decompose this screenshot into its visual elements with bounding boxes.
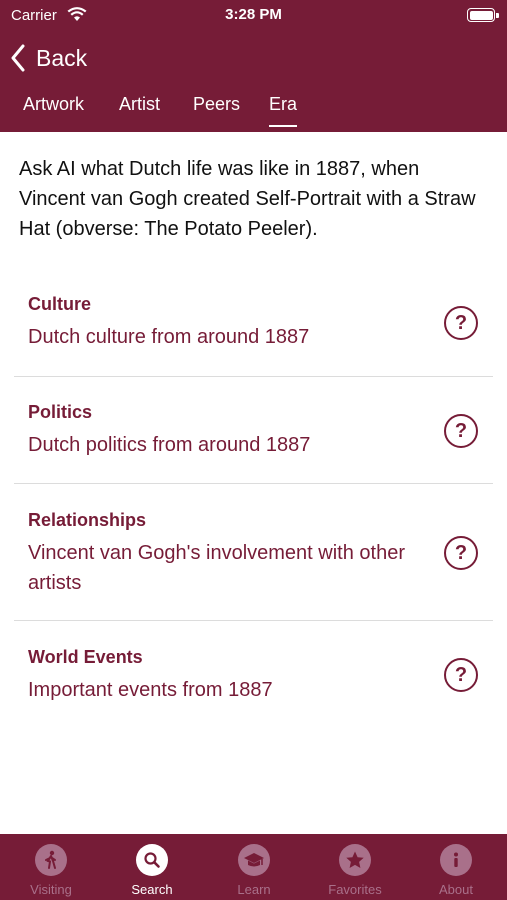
tab-bar-visiting[interactable]: Visiting [0, 834, 102, 900]
topic-description: Vincent van Gogh's involvement with othe… [28, 542, 405, 594]
walking-person-icon [35, 844, 67, 876]
topic-description: Dutch culture from around 1887 [28, 326, 310, 348]
topic-world-events[interactable]: World Events Important events from 1887 … [14, 621, 493, 727]
help-icon[interactable]: ? [444, 414, 478, 448]
tab-artist[interactable]: Artist [119, 94, 160, 125]
topic-title: Politics [28, 402, 93, 422]
star-icon [339, 844, 371, 876]
topic-title: Culture [28, 294, 91, 314]
tab-bar-label: Favorites [328, 882, 382, 897]
topic-title: Relationships [28, 510, 147, 530]
status-time: 3:28 PM [225, 6, 282, 23]
tab-bar-label: Search [131, 882, 173, 897]
graduation-cap-icon [238, 844, 270, 876]
topic-relationships[interactable]: Relationships Vincent van Gogh's involve… [14, 484, 493, 620]
topic-politics[interactable]: Politics Dutch politics from around 1887… [14, 377, 493, 483]
chevron-left-icon [11, 44, 25, 72]
tab-bar-favorites[interactable]: Favorites [304, 834, 406, 900]
status-bar: Carrier 3:28 PM [0, 0, 507, 30]
topic-description: Dutch politics from around 1887 [28, 434, 311, 456]
help-icon[interactable]: ? [444, 658, 478, 692]
tab-era[interactable]: Era [269, 94, 298, 127]
help-icon[interactable]: ? [444, 536, 478, 570]
info-icon [440, 844, 472, 876]
topic-description: Important events from 1887 [28, 679, 273, 701]
help-icon[interactable]: ? [444, 306, 478, 340]
tab-bar-label: Visiting [30, 882, 72, 897]
back-label: Back [36, 44, 88, 71]
tab-artwork[interactable]: Artwork [23, 94, 84, 125]
magnifier-icon [136, 844, 168, 876]
tab-peers[interactable]: Peers [193, 94, 240, 125]
battery-icon [467, 8, 499, 22]
intro-text: Ask AI what Dutch life was like in 1887,… [19, 158, 476, 240]
tab-bar-search[interactable]: Search [101, 834, 203, 900]
app-header: Carrier 3:28 PM Back Artwork Artist Peer… [0, 0, 507, 132]
tab-bar-label: Learn [237, 882, 271, 897]
topic-culture[interactable]: Culture Dutch culture from around 1887 ? [14, 282, 493, 376]
topic-title: World Events [28, 647, 143, 667]
bottom-tab-bar: Visiting Search Learn Favorites About [0, 834, 507, 900]
back-button[interactable]: Back [10, 40, 87, 76]
segment-tabs: Artwork Artist Peers Era [0, 86, 507, 132]
tab-bar-label: About [439, 882, 473, 897]
tab-bar-about[interactable]: About [405, 834, 507, 900]
tab-bar-learn[interactable]: Learn [203, 834, 305, 900]
